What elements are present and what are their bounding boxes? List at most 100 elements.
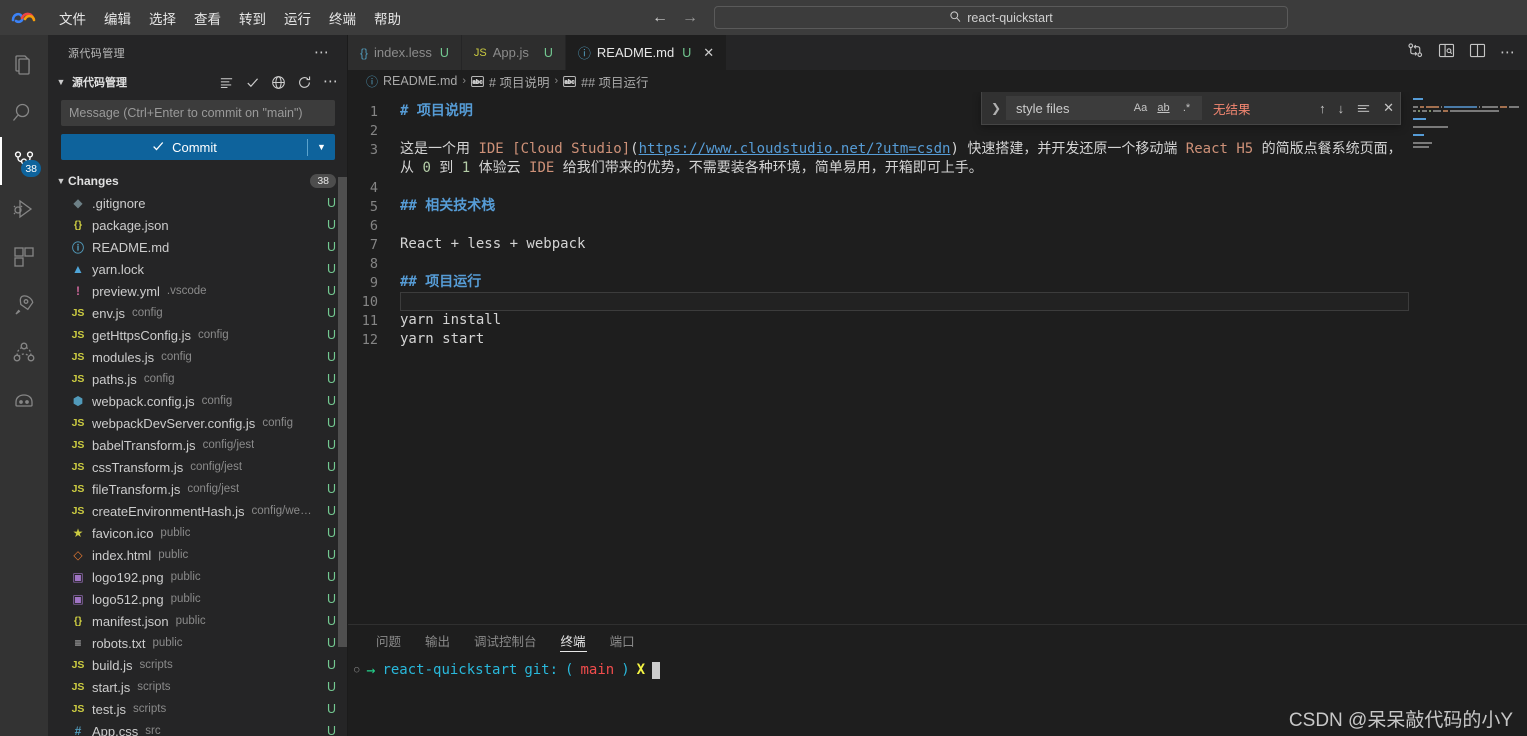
more-actions-icon[interactable]: ⋯ [1500, 45, 1515, 59]
changed-file-row[interactable]: JS paths.js config U [48, 368, 348, 390]
activity-item-explorer[interactable] [0, 41, 48, 89]
changed-file-row[interactable]: JS createEnvironmentHash.js config/webp… U [48, 500, 348, 522]
changed-file-row[interactable]: ★ favicon.ico public U [48, 522, 348, 544]
more-actions-icon[interactable]: ⋯ [323, 75, 338, 89]
commit-button[interactable]: Commit ▼ [61, 133, 335, 161]
editor-content[interactable]: 1 # 项目说明 2 3 这是一个用 IDE [Cloud Studio](https:… [348, 92, 1527, 624]
changed-files-list[interactable]: ◆ .gitignore U {} package.json Uⓘ README.md U ▲ y… [48, 192, 348, 736]
code-line[interactable]: 4 [348, 178, 1527, 197]
panel-tab-0[interactable]: 问题 [364, 625, 413, 655]
changed-file-row[interactable]: JS getHttpsConfig.js config U [48, 324, 348, 346]
activity-item-deploy[interactable] [0, 281, 48, 329]
changed-file-row[interactable]: JS webpackDevServer.config.js config U [48, 412, 348, 434]
quick-input-search[interactable]: react-quickstart [714, 6, 1288, 29]
changed-file-row[interactable]: JS start.js scripts U [48, 676, 348, 698]
activity-item-run-and-debug[interactable] [0, 185, 48, 233]
split-editor-icon[interactable] [1469, 42, 1486, 64]
panel-tab-1[interactable]: 输出 [413, 625, 462, 655]
chevron-right-icon[interactable]: ❯ [986, 101, 1006, 115]
panel-tab-3[interactable]: 终端 [549, 625, 598, 655]
minimap[interactable] [1409, 92, 1527, 624]
list-icon[interactable] [219, 75, 234, 90]
changed-file-row[interactable]: ! preview.yml .vscode U [48, 280, 348, 302]
code-line[interactable]: 8 [348, 254, 1527, 273]
breadcrumb-item-file[interactable]: ⓘ README.md [366, 73, 457, 90]
code-line[interactable]: 9 ## 项目运行 [348, 273, 1527, 292]
menu-file[interactable]: 文件 [50, 5, 95, 31]
close-icon[interactable]: ✕ [1383, 100, 1394, 116]
use-regex-icon[interactable]: .* [1176, 98, 1197, 118]
tab-index-less[interactable]: {} index.less U [348, 35, 462, 70]
arrow-right-icon[interactable]: → [682, 9, 698, 26]
commit-button-main[interactable]: Commit [61, 134, 307, 161]
changed-file-row[interactable]: ◆ .gitignore U [48, 192, 348, 214]
activity-item-extensions[interactable] [0, 233, 48, 281]
activity-item-source-control[interactable]: 38 [0, 137, 48, 185]
code-line[interactable]: 3 这是一个用 IDE [Cloud Studio](https://www.cl… [348, 140, 1527, 159]
changed-file-folder: public [152, 637, 183, 650]
menu-run[interactable]: 运行 [275, 5, 320, 31]
menu-terminal[interactable]: 终端 [320, 5, 365, 31]
changed-file-row[interactable]: {} package.json U [48, 214, 348, 236]
changed-file-row[interactable]: ⬢ webpack.config.js config U [48, 390, 348, 412]
check-icon[interactable] [245, 75, 260, 90]
find-input[interactable]: style files Aa ab .* [1006, 96, 1202, 120]
preview-side-icon[interactable] [1438, 42, 1455, 64]
compare-changes-icon[interactable] [1407, 42, 1424, 64]
code-line[interactable]: 7 React + less + webpack [348, 235, 1527, 254]
arrow-up-icon[interactable]: ↑ [1319, 101, 1326, 116]
more-actions-icon[interactable]: ⋯ [314, 45, 330, 59]
menu-select[interactable]: 选择 [140, 5, 185, 31]
changed-file-row[interactable]: JS modules.js config U [48, 346, 348, 368]
changed-file-row[interactable]: JS cssTransform.js config/jest U [48, 456, 348, 478]
terminal-view[interactable]: ○ → react-quickstart git: (main) X [348, 655, 1527, 736]
changed-file-row[interactable]: ▣ logo512.png public U [48, 588, 348, 610]
code-line[interactable]: 6 [348, 216, 1527, 235]
changed-file-row[interactable]: # App.css src U [48, 720, 348, 736]
changed-file-row[interactable]: JS babelTransform.js config/jest U [48, 434, 348, 456]
close-icon[interactable]: ✕ [703, 45, 714, 61]
refresh-icon[interactable] [297, 75, 312, 90]
changed-file-row[interactable]: JS build.js scripts U [48, 654, 348, 676]
changed-file-row[interactable]: JS test.js scripts U [48, 698, 348, 720]
arrow-down-icon[interactable]: ↓ [1338, 101, 1345, 116]
code-line[interactable]: 12 yarn start [348, 330, 1527, 349]
find-in-selection-icon[interactable] [1356, 101, 1371, 116]
changed-file-row[interactable]: {} manifest.json public U [48, 610, 348, 632]
changed-file-row[interactable]: JS env.js config U [48, 302, 348, 324]
menu-edit[interactable]: 编辑 [95, 5, 140, 31]
menu-view[interactable]: 查看 [185, 5, 230, 31]
sidebar-title: 源代码管理 [68, 47, 125, 60]
tab-readme-md[interactable]: ⓘ README.md U ✕ [565, 35, 728, 70]
changed-file-row[interactable]: ◇ index.html public U [48, 544, 348, 566]
arrow-left-icon[interactable]: ← [652, 9, 668, 26]
changes-group-header[interactable]: ▼ Changes 38 [48, 170, 348, 192]
panel-tab-2[interactable]: 调试控制台 [462, 625, 549, 655]
menu-go[interactable]: 转到 [230, 5, 275, 31]
changed-file-row[interactable]: ≡ robots.txt public U [48, 632, 348, 654]
find-widget[interactable]: ❯ style files Aa ab .* 无结果 ↑ ↓ ✕ [981, 92, 1401, 125]
panel-tab-4[interactable]: 端口 [598, 625, 647, 655]
code-line[interactable]: 10 [348, 292, 1527, 311]
match-whole-word-icon[interactable]: ab [1153, 98, 1174, 118]
activity-item-ai-assistant[interactable] [0, 377, 48, 425]
commit-message-input[interactable]: Message (Ctrl+Enter to commit on "main") [61, 100, 335, 126]
changed-file-row[interactable]: ⓘ README.md U [48, 236, 348, 258]
changed-file-row[interactable]: JS fileTransform.js config/jest U [48, 478, 348, 500]
globe-icon[interactable] [271, 75, 286, 90]
tab-app-js[interactable]: JS App.js U [461, 35, 566, 70]
source-control-section-header[interactable]: ▼ 源代码管理 ⋯ [48, 70, 348, 94]
code-lines[interactable]: 1 # 项目说明 2 3 这是一个用 IDE [Cloud Studio](https:… [348, 92, 1527, 624]
code-line[interactable]: 11 yarn install [348, 311, 1527, 330]
code-line[interactable]: 从 0 到 1 体验云 IDE 给我们带来的优势，不需要装各种环境，简单易用，开… [348, 159, 1527, 178]
activity-item-search[interactable] [0, 89, 48, 137]
breadcrumb-item-symbol-2[interactable]: abc ## 项目运行 [563, 72, 649, 91]
menu-help[interactable]: 帮助 [365, 5, 410, 31]
changed-file-row[interactable]: ▲ yarn.lock U [48, 258, 348, 280]
changed-file-row[interactable]: ▣ logo192.png public U [48, 566, 348, 588]
breadcrumb-item-symbol-1[interactable]: abc # 项目说明 [471, 72, 549, 91]
code-line[interactable]: 5 ## 相关技术栈 [348, 197, 1527, 216]
match-case-icon[interactable]: Aa [1130, 98, 1151, 118]
chevron-down-icon[interactable]: ▼ [308, 142, 335, 152]
activity-item-collaborate[interactable] [0, 329, 48, 377]
